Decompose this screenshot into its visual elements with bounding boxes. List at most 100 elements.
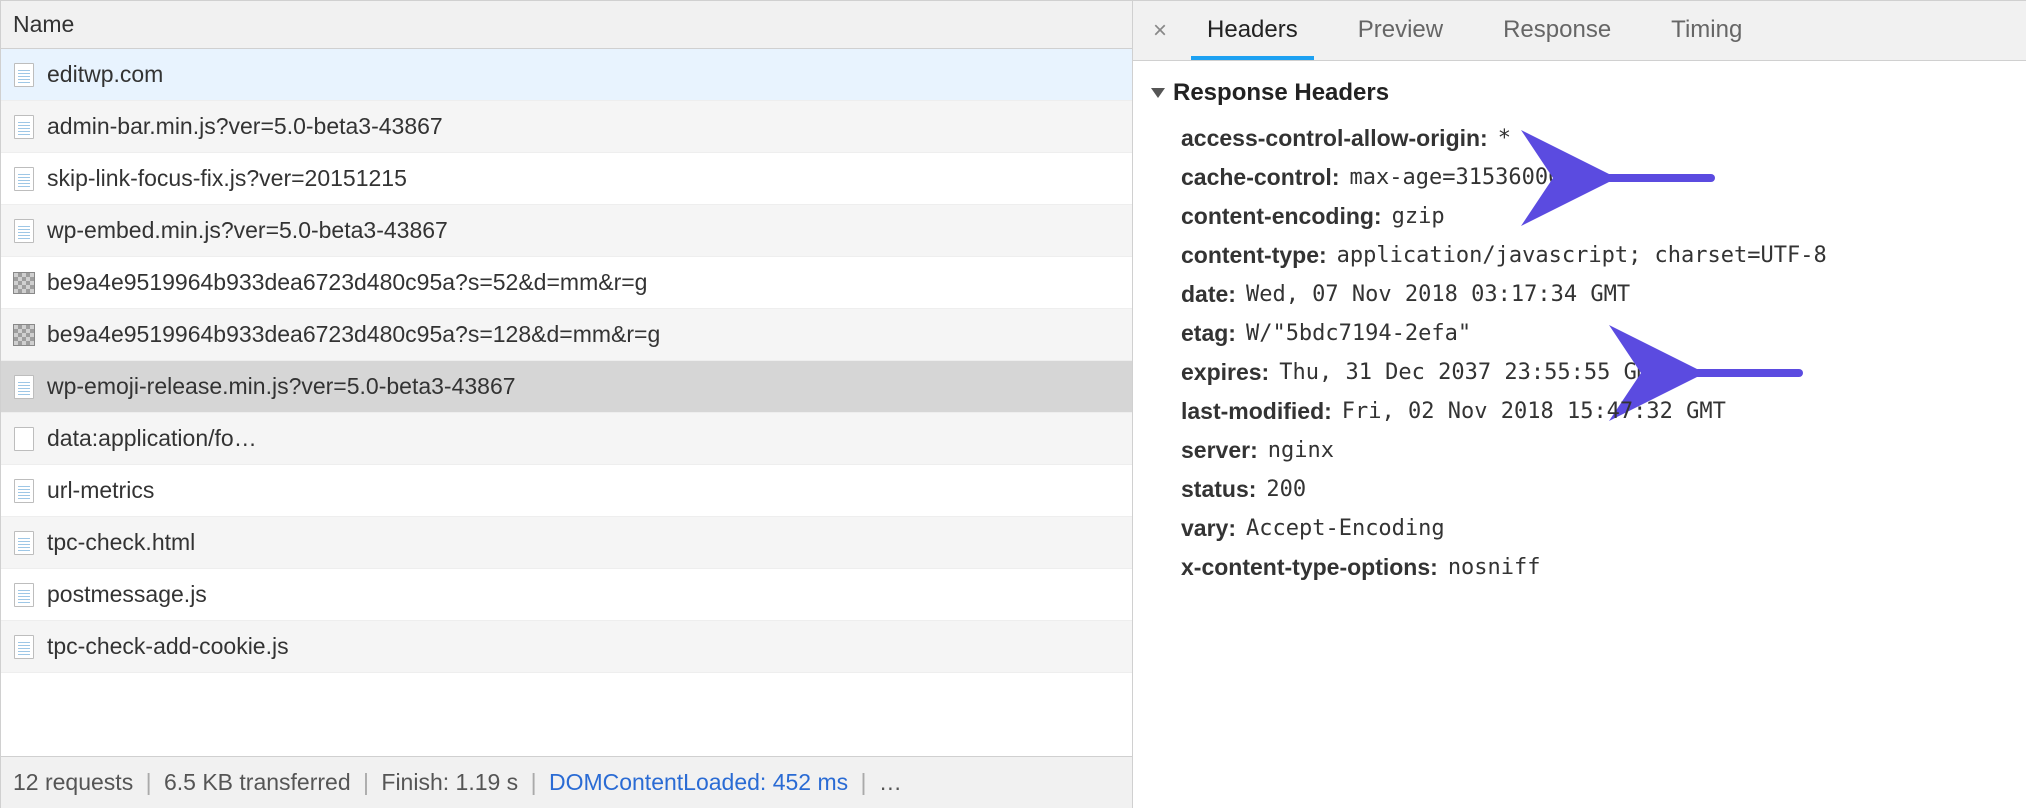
request-row[interactable]: data:application/fo… (1, 413, 1132, 465)
header-value: Wed, 07 Nov 2018 03:17:34 GMT (1246, 282, 1630, 307)
status-finish: Finish: 1.19 s (381, 769, 518, 795)
document-icon (13, 582, 35, 608)
name-column-header[interactable]: Name (1, 1, 1132, 49)
status-domcontentloaded: DOMContentLoaded: 452 ms (549, 769, 848, 795)
request-name: wp-emoji-release.min.js?ver=5.0-beta3-43… (47, 373, 516, 400)
header-line: status: 200 (1151, 470, 2026, 509)
header-value: * (1498, 126, 1511, 151)
request-name: postmessage.js (47, 581, 207, 608)
tab-response[interactable]: Response (1487, 2, 1627, 60)
request-name: tpc-check-add-cookie.js (47, 633, 289, 660)
request-row[interactable]: tpc-check-add-cookie.js (1, 621, 1132, 673)
request-row[interactable]: skip-link-focus-fix.js?ver=20151215 (1, 153, 1132, 205)
header-value: max-age=315360000 (1349, 165, 1574, 190)
status-trailing: … (879, 769, 902, 795)
header-value: application/javascript; charset=UTF-8 (1337, 243, 1827, 268)
request-row[interactable]: tpc-check.html (1, 517, 1132, 569)
close-icon[interactable]: × (1143, 11, 1177, 51)
requests-panel: Name editwp.com admin-bar.min.js?ver=5.0-… (1, 1, 1133, 808)
header-value: Thu, 31 Dec 2037 23:55:55 GMT (1279, 360, 1663, 385)
response-headers-section[interactable]: Response Headers (1151, 79, 2026, 107)
request-list: editwp.com admin-bar.min.js?ver=5.0-beta3… (1, 49, 1132, 756)
header-line: date: Wed, 07 Nov 2018 03:17:34 GMT (1151, 275, 2026, 314)
status-separator: | (140, 769, 158, 795)
document-icon (13, 634, 35, 660)
status-separator: | (855, 769, 873, 795)
request-row[interactable]: wp-emoji-release.min.js?ver=5.0-beta3-43… (1, 361, 1132, 413)
request-row[interactable]: be9a4e9519964b933dea6723d480c95a?s=52&d=… (1, 257, 1132, 309)
devtools-network-panel: Name editwp.com admin-bar.min.js?ver=5.0-… (0, 0, 2026, 808)
header-line: access-control-allow-origin: * (1151, 119, 2026, 158)
request-name: editwp.com (47, 61, 163, 88)
header-line: cache-control: max-age=315360000 (1151, 158, 2026, 197)
header-key: x-content-type-options: (1181, 554, 1438, 581)
tab-timing[interactable]: Timing (1655, 2, 1758, 60)
header-line: expires: Thu, 31 Dec 2037 23:55:55 GMT (1151, 353, 2026, 392)
header-key: etag: (1181, 320, 1236, 347)
document-icon (13, 530, 35, 556)
header-key: server: (1181, 437, 1258, 464)
request-name: be9a4e9519964b933dea6723d480c95a?s=52&d=… (47, 269, 647, 296)
header-key: vary: (1181, 515, 1236, 542)
header-key: cache-control: (1181, 164, 1339, 191)
document-icon (13, 374, 35, 400)
response-headers-list: access-control-allow-origin: * cache-contr… (1151, 119, 2026, 587)
header-value: nosniff (1448, 555, 1541, 580)
header-line: etag: W/"5bdc7194-2efa" (1151, 314, 2026, 353)
document-icon (13, 114, 35, 140)
header-value: W/"5bdc7194-2efa" (1246, 321, 1471, 346)
blank-file-icon (13, 426, 35, 452)
request-name: url-metrics (47, 477, 154, 504)
request-row[interactable]: be9a4e9519964b933dea6723d480c95a?s=128&d… (1, 309, 1132, 361)
request-name: skip-link-focus-fix.js?ver=20151215 (47, 165, 407, 192)
header-value: nginx (1268, 438, 1334, 463)
header-key: date: (1181, 281, 1236, 308)
document-icon (13, 166, 35, 192)
details-panel: × Headers Preview Response Timing Response … (1133, 1, 2026, 808)
header-key: content-type: (1181, 242, 1327, 269)
header-line: last-modified: Fri, 02 Nov 2018 15:47:32 … (1151, 392, 2026, 431)
tab-preview[interactable]: Preview (1342, 2, 1459, 60)
header-key: expires: (1181, 359, 1269, 386)
details-tabs: × Headers Preview Response Timing (1133, 1, 2026, 61)
status-transferred: 6.5 KB transferred (164, 769, 351, 795)
document-icon (13, 218, 35, 244)
collapse-triangle-icon[interactable] (1151, 88, 1165, 98)
request-row[interactable]: url-metrics (1, 465, 1132, 517)
header-line: x-content-type-options: nosniff (1151, 548, 2026, 587)
request-name: admin-bar.min.js?ver=5.0-beta3-43867 (47, 113, 443, 140)
request-row[interactable]: postmessage.js (1, 569, 1132, 621)
request-name: wp-embed.min.js?ver=5.0-beta3-43867 (47, 217, 448, 244)
status-separator: | (525, 769, 543, 795)
header-line: server: nginx (1151, 431, 2026, 470)
header-line: vary: Accept-Encoding (1151, 509, 2026, 548)
request-row[interactable]: editwp.com (1, 49, 1132, 101)
status-separator: | (357, 769, 375, 795)
header-line: content-encoding: gzip (1151, 197, 2026, 236)
headers-body: Response Headers access-control-allow-or… (1133, 61, 2026, 605)
status-requests: 12 requests (13, 769, 133, 795)
document-icon (13, 62, 35, 88)
tab-headers[interactable]: Headers (1191, 2, 1314, 60)
section-title-text: Response Headers (1173, 79, 1389, 107)
header-key: status: (1181, 476, 1256, 503)
image-icon (13, 270, 35, 296)
image-icon (13, 322, 35, 348)
request-name: be9a4e9519964b933dea6723d480c95a?s=128&d… (47, 321, 660, 348)
annotation-arrow-icon (1679, 361, 1809, 385)
header-key: last-modified: (1181, 398, 1332, 425)
header-value: Fri, 02 Nov 2018 15:47:32 GMT (1342, 399, 1726, 424)
request-row[interactable]: wp-embed.min.js?ver=5.0-beta3-43867 (1, 205, 1132, 257)
document-icon (13, 478, 35, 504)
network-status-bar: 12 requests | 6.5 KB transferred | Finis… (1, 756, 1132, 808)
header-key: access-control-allow-origin: (1181, 125, 1488, 152)
header-key: content-encoding: (1181, 203, 1382, 230)
request-row[interactable]: admin-bar.min.js?ver=5.0-beta3-43867 (1, 101, 1132, 153)
header-value: Accept-Encoding (1246, 516, 1445, 541)
header-value: 200 (1266, 477, 1306, 502)
request-name: tpc-check.html (47, 529, 195, 556)
annotation-arrow-icon (1591, 166, 1721, 190)
header-line: content-type: application/javascript; cha… (1151, 236, 2026, 275)
request-name: data:application/fo… (47, 425, 257, 452)
header-value: gzip (1392, 204, 1445, 229)
